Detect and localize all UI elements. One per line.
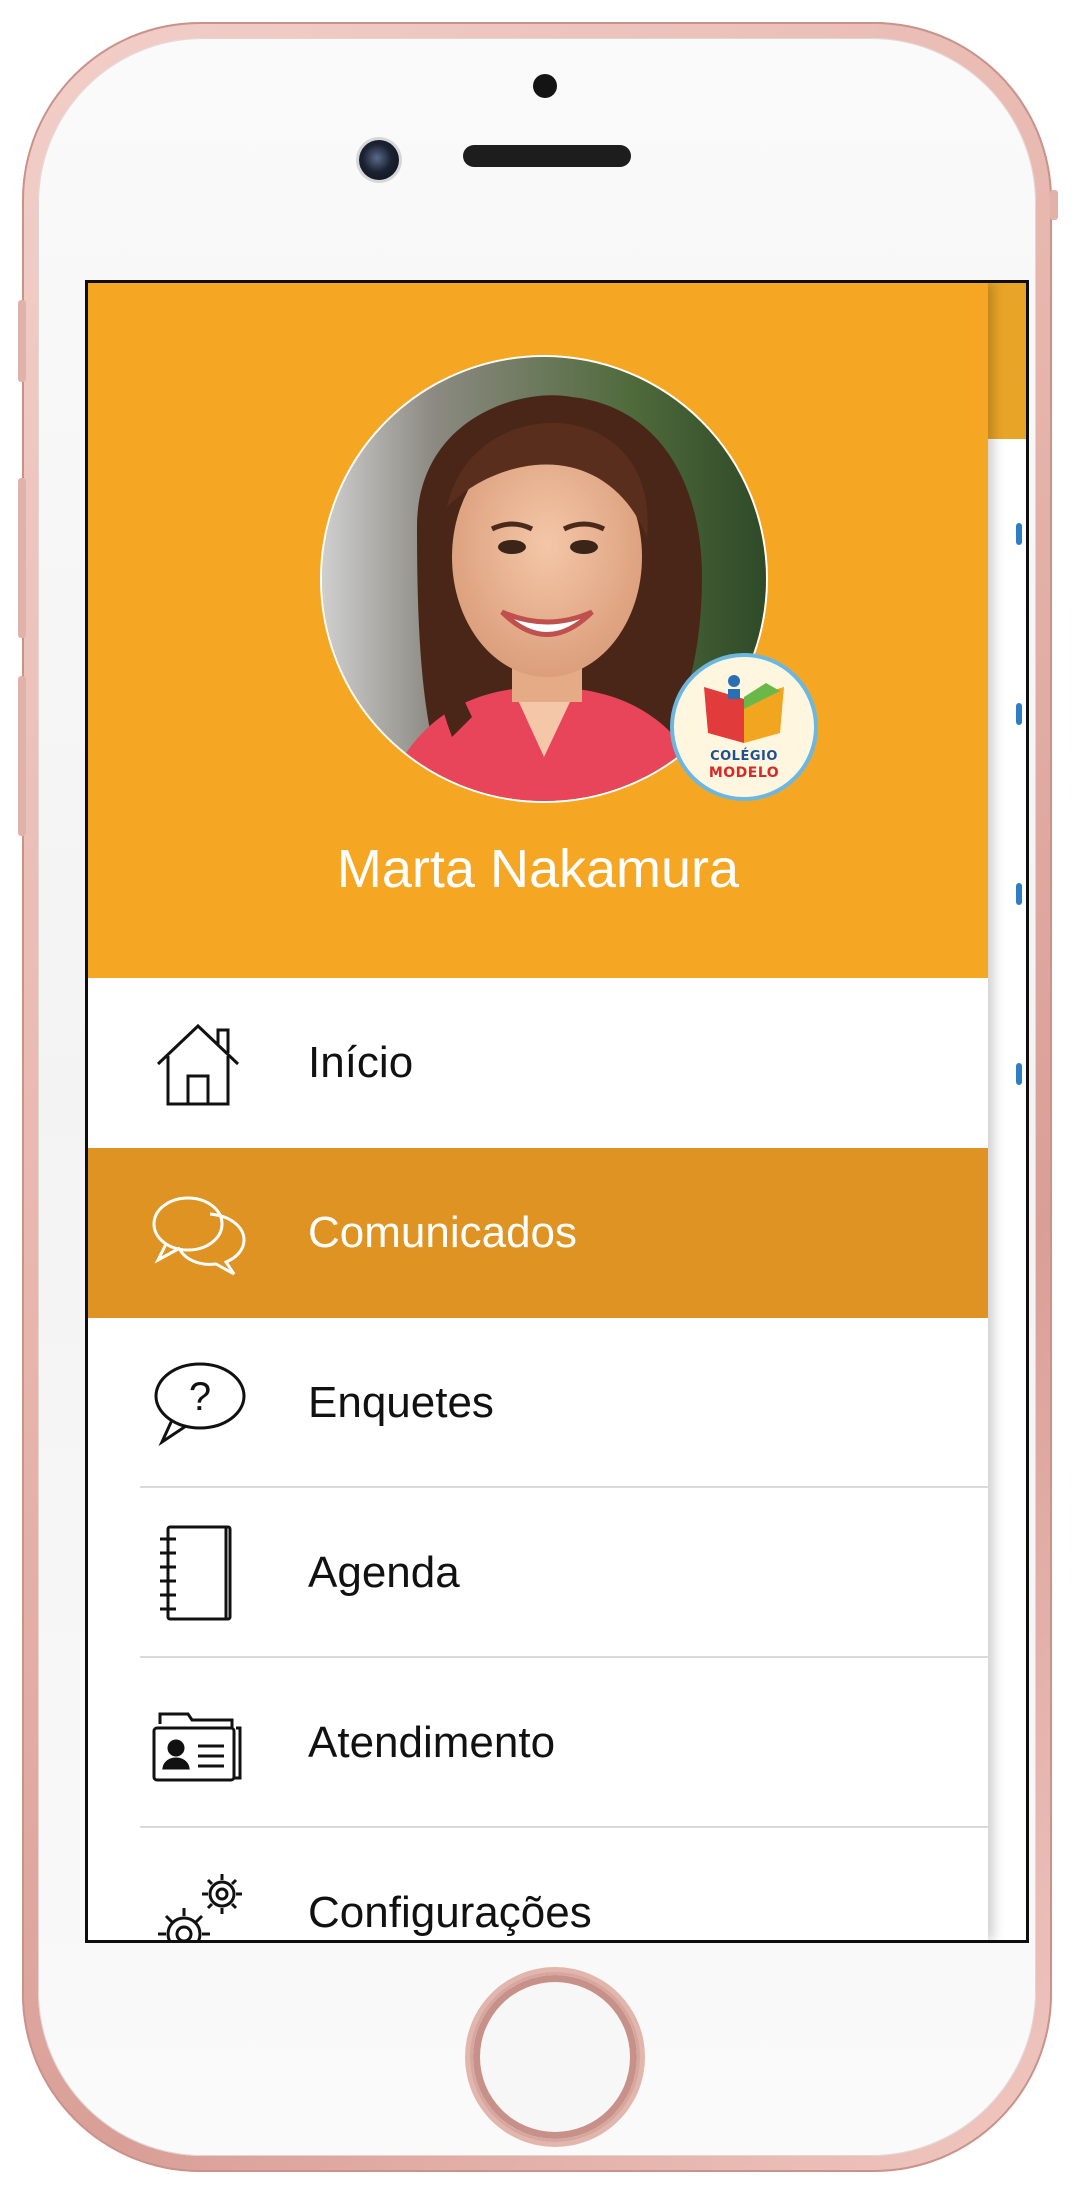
menu-item-configuracoes[interactable]: Configurações xyxy=(88,1828,988,1940)
mute-switch xyxy=(18,300,26,382)
volume-down-button xyxy=(18,676,26,836)
navigation-drawer: COLÉGIO MODELO Marta Nakamura Início Com… xyxy=(88,283,988,1940)
svg-text:?: ? xyxy=(189,1375,211,1419)
menu-item-label: Comunicados xyxy=(308,1208,578,1257)
menu-item-label: Atendimento xyxy=(308,1718,556,1767)
volume-up-button xyxy=(18,478,26,638)
gears-icon xyxy=(148,1868,248,1940)
badge-text-line1: COLÉGIO xyxy=(710,749,778,764)
menu-item-agenda[interactable]: Agenda xyxy=(88,1488,988,1658)
drawer-header: COLÉGIO MODELO Marta Nakamura xyxy=(88,283,988,978)
contact-cards-icon xyxy=(148,1698,248,1788)
menu-item-label: Agenda xyxy=(308,1548,460,1597)
menu-item-enquetes[interactable]: ? Enquetes xyxy=(88,1318,988,1488)
user-name: Marta Nakamura xyxy=(336,839,740,899)
book-logo-icon xyxy=(704,675,784,743)
question-bubble-icon: ? xyxy=(148,1358,248,1448)
home-icon xyxy=(148,1018,248,1108)
screen: COLÉGIO MODELO Marta Nakamura Início Com… xyxy=(85,280,1029,1943)
earpiece-speaker xyxy=(463,145,631,167)
proximity-sensor xyxy=(533,74,557,98)
menu-item-comunicados[interactable]: Comunicados xyxy=(88,1148,988,1318)
chat-bubbles-icon xyxy=(148,1188,248,1278)
menu-item-label: Enquetes xyxy=(308,1378,494,1427)
home-button[interactable] xyxy=(470,1972,640,2142)
power-button xyxy=(1050,190,1058,220)
school-logo-badge: COLÉGIO MODELO xyxy=(670,653,818,801)
menu-item-label: Início xyxy=(308,1038,414,1087)
menu-item-atendimento[interactable]: Atendimento xyxy=(88,1658,988,1828)
drawer-menu: Início Comunicados ? Enquetes Agenda Ate… xyxy=(88,978,988,1940)
front-camera xyxy=(359,140,399,180)
menu-item-inicio[interactable]: Início xyxy=(88,978,988,1148)
notebook-icon xyxy=(148,1525,248,1621)
menu-item-label: Configurações xyxy=(308,1888,592,1937)
badge-text-line2: MODELO xyxy=(708,765,780,781)
